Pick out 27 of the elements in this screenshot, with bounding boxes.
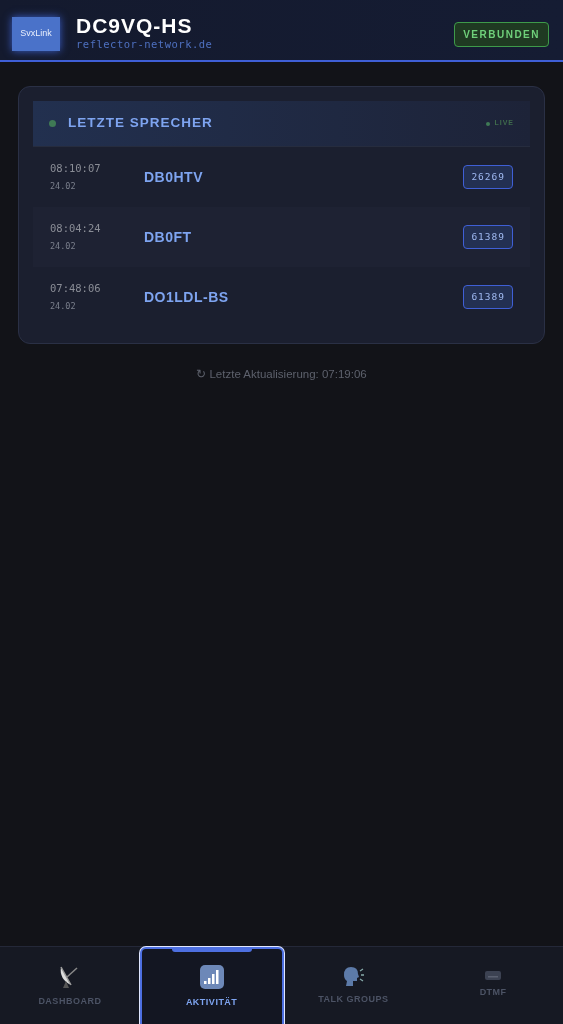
- logo: SvxLink: [12, 17, 60, 51]
- reflector-address: reflector-network.de: [76, 37, 214, 53]
- status-dot-icon: [49, 120, 56, 127]
- callsign-text: DB0FT: [144, 227, 193, 247]
- live-dot-icon: [486, 121, 491, 126]
- keyboard-icon: [485, 971, 502, 981]
- date-text: 24.02: [50, 180, 77, 193]
- time-text: 07:48:06: [50, 281, 102, 297]
- talkgroup-badge: 61389: [463, 284, 513, 310]
- nav-tab[interactable]: TALK GROUPS: [283, 947, 424, 1024]
- time-text: 08:10:07: [50, 161, 102, 177]
- date-text: 24.02: [50, 300, 77, 313]
- nav-tab[interactable]: DTMF: [423, 947, 563, 1024]
- station-title: DC9VQ-HS: [76, 15, 194, 38]
- card-title: LETZTE SPRECHER: [68, 114, 214, 133]
- callsign-text: DB0HTV: [144, 167, 204, 187]
- callsign-text: DO1LDL-BS: [144, 287, 230, 307]
- date-text: 24.02: [50, 240, 77, 253]
- signal-bars-icon: [198, 963, 225, 990]
- status-badge: VERBUNDEN: [454, 21, 549, 47]
- last-update-text: ↻ Letzte Aktualisierung: 07:19:06: [195, 367, 368, 382]
- talkgroup-badge: 61389: [463, 224, 513, 250]
- time-text: 08:04:24: [50, 221, 102, 237]
- nav-tab[interactable]: DASHBOARD: [0, 947, 140, 1024]
- speaking-head-icon: [341, 964, 366, 987]
- talkgroup-badge: 26269: [463, 164, 513, 190]
- nav-tab[interactable]: AKTIVITÄT: [139, 947, 284, 1024]
